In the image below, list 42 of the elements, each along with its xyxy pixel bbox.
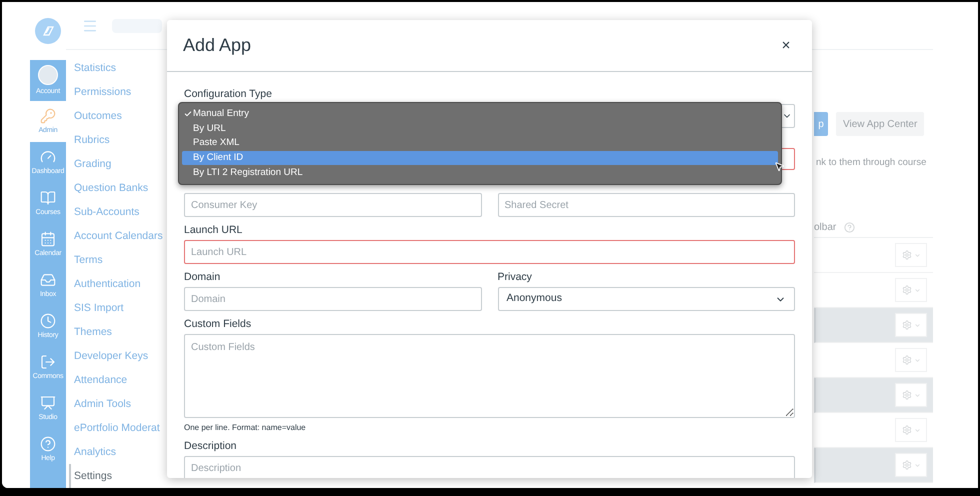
view-app-center-button[interactable]: View App Center bbox=[836, 112, 924, 136]
dropdown-option[interactable]: Paste XML bbox=[182, 136, 778, 151]
description-field[interactable]: Description bbox=[184, 456, 795, 478]
account-nav-link[interactable]: Grading bbox=[69, 152, 169, 176]
account-nav-link[interactable]: Terms bbox=[69, 248, 169, 272]
account-nav-link[interactable]: Sub-Accounts bbox=[69, 200, 169, 224]
shared-secret-field[interactable]: Shared Secret bbox=[498, 193, 795, 217]
account-nav-link[interactable]: Developer Keys bbox=[69, 344, 169, 368]
dropdown-option[interactable]: By Client ID bbox=[182, 150, 778, 166]
launch-url-field[interactable]: Launch URL bbox=[184, 240, 795, 264]
account-nav-link[interactable]: Question Banks bbox=[69, 176, 169, 200]
domain-field[interactable]: Domain bbox=[184, 287, 482, 311]
dropdown-option[interactable]: By URL bbox=[182, 122, 778, 136]
account-nav-link[interactable]: Statistics bbox=[69, 56, 169, 80]
field-label: Custom Fields bbox=[184, 318, 252, 331]
account-nav-link[interactable]: Themes bbox=[69, 320, 169, 344]
field-label: Description bbox=[184, 440, 238, 453]
dropdown-option[interactable]: Manual Entry bbox=[182, 107, 778, 122]
account-nav-link[interactable]: Analytics bbox=[69, 440, 169, 464]
account-nav-link[interactable]: Account Calendars bbox=[69, 224, 169, 248]
account-nav-link[interactable]: Rubrics bbox=[69, 128, 169, 152]
field-label: Launch URL bbox=[184, 224, 244, 237]
account-nav-link[interactable]: Authentication bbox=[69, 272, 169, 296]
add-app-button[interactable]: p bbox=[814, 112, 828, 136]
dropdown-option[interactable]: By LTI 2 Registration URL bbox=[182, 165, 778, 180]
column-heading: olbar bbox=[814, 221, 836, 236]
account-nav-link[interactable]: Permissions bbox=[69, 80, 169, 104]
privacy-select[interactable]: Anonymous bbox=[498, 287, 795, 311]
field-label: Privacy bbox=[498, 271, 533, 284]
custom-fields-textarea[interactable]: Custom Fields bbox=[184, 334, 795, 418]
hint-text: One per line. Format: name=value bbox=[184, 423, 307, 433]
close-button[interactable]: × bbox=[778, 36, 794, 54]
account-nav-link[interactable]: Outcomes bbox=[69, 104, 169, 128]
intro-text: nk to them through course bbox=[816, 156, 928, 170]
account-nav-link[interactable]: SIS Import bbox=[69, 296, 169, 320]
consumer-key-field[interactable]: Consumer Key bbox=[184, 193, 482, 217]
account-nav-link[interactable]: Admin Tools bbox=[69, 392, 169, 416]
account-nav-link[interactable]: ePortfolio Moderat bbox=[69, 416, 169, 440]
modal-title: Add App bbox=[183, 34, 252, 57]
account-nav-link[interactable]: Attendance bbox=[69, 368, 169, 392]
field-label: Configuration Type bbox=[184, 88, 273, 101]
field-label: Domain bbox=[184, 271, 222, 284]
